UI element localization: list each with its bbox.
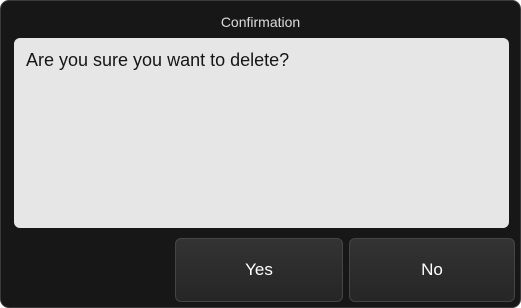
dialog-message: Are you sure you want to delete? bbox=[26, 50, 290, 70]
yes-button[interactable]: Yes bbox=[175, 238, 343, 302]
no-button[interactable]: No bbox=[349, 238, 515, 302]
confirmation-dialog: Confirmation Are you sure you want to de… bbox=[0, 0, 521, 308]
dialog-title: Confirmation bbox=[220, 14, 301, 30]
message-panel: Are you sure you want to delete? bbox=[14, 38, 509, 228]
